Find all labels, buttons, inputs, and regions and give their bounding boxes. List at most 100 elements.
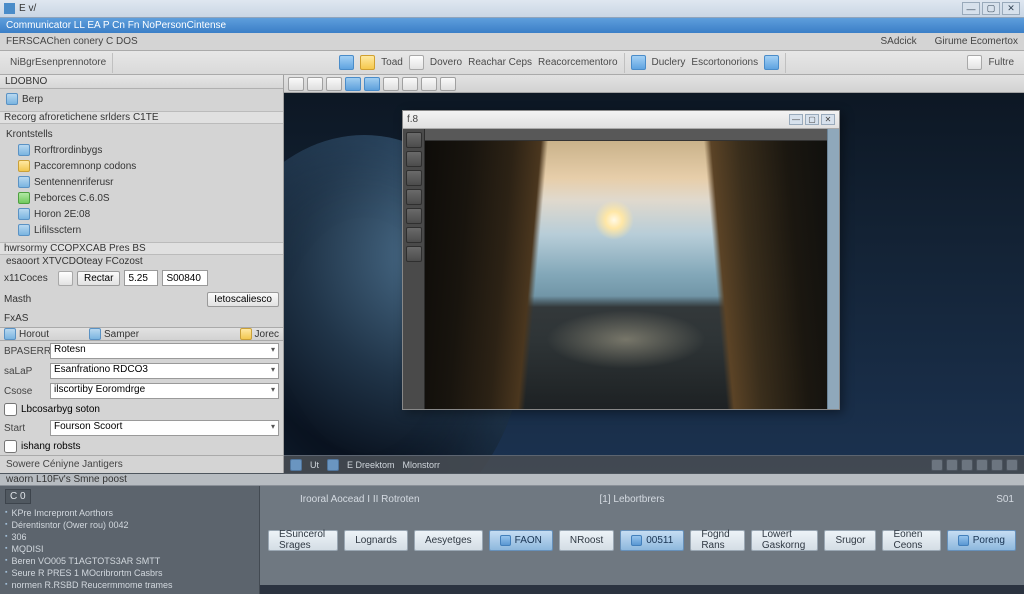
ieto-button[interactable]: Ietoscaliesco (207, 292, 279, 307)
output-line: normen R.RSBD Reucermmome trames (5, 579, 254, 591)
cv-copy-icon[interactable] (402, 77, 418, 91)
window-minimize-button[interactable]: — (962, 2, 980, 15)
window-maximize-button[interactable]: ▢ (982, 2, 1000, 15)
che-checkbox[interactable] (4, 440, 17, 453)
toolbar-generic-icon[interactable] (409, 55, 424, 70)
ilscor-select[interactable]: ilscortiby Eoromdrge (50, 383, 279, 399)
toolbar-btn-fultre[interactable]: Fultre (988, 57, 1014, 68)
sidebar-group-hwset[interactable]: hwrsormy CCOPXCAB Pres BS (0, 242, 283, 255)
cv-undo-icon[interactable] (345, 77, 361, 91)
tool-move-icon[interactable] (406, 132, 422, 148)
footer-tab[interactable]: Lowert Gaskorng (751, 530, 819, 551)
sandris-select[interactable]: Esanfrationo RDCO3 (50, 363, 279, 379)
tecorc-checkbox[interactable] (4, 403, 17, 416)
footer-tab-label: Lognards (355, 535, 397, 546)
status-play-icon[interactable] (290, 459, 302, 471)
rectar-button[interactable]: Rectar (77, 271, 120, 286)
footer-tab[interactable]: Lognards (344, 530, 408, 551)
footer-tab-label: Srugor (835, 535, 865, 546)
footer-tab[interactable]: NRoost (559, 530, 614, 551)
output-line: Beren VO005 T1AGTOTS3AR SMTT (5, 555, 254, 567)
image-viewer-titlebar[interactable]: f.8 — ▢ ✕ (403, 111, 839, 129)
toolbar-page-icon[interactable] (967, 55, 982, 70)
toolbar-btn-reachar[interactable]: Reachar Ceps (468, 57, 532, 68)
footer-tab-label: Lowert Gaskorng (762, 529, 808, 551)
toolbar-btn-reacorc[interactable]: Reacorcementoro (538, 57, 617, 68)
tool-eraser-icon[interactable] (406, 208, 422, 224)
tool-brush-icon[interactable] (406, 189, 422, 205)
tray-icon[interactable] (991, 459, 1003, 471)
footer-tab-label: NRoost (570, 535, 603, 546)
toolbar-btn-toad[interactable]: Toad (381, 57, 403, 68)
toolbar-monitor-icon[interactable] (764, 55, 779, 70)
status-layer-icon[interactable] (327, 459, 339, 471)
tray-icon[interactable] (946, 459, 958, 471)
footer-tab[interactable]: FAON (489, 530, 553, 551)
fourson-select[interactable]: Fourson Scoort (50, 420, 279, 436)
sidebar-tree-item[interactable]: Lifilssctern (34, 225, 81, 236)
cv-cut-icon[interactable] (383, 77, 399, 91)
tool-eyedropper-icon[interactable] (406, 246, 422, 262)
panel-tab-samper[interactable]: Samper (104, 329, 139, 340)
footer-tab-label: FAON (515, 535, 542, 546)
child-minimize-button[interactable]: — (789, 114, 803, 125)
menu-item-3[interactable]: Girume Ecomertox (935, 36, 1018, 47)
sidebar-tree-item[interactable]: Rorftrordinbygs (34, 145, 102, 156)
panel-tab-horout[interactable]: Horout (19, 329, 49, 340)
toolbar-folder-icon[interactable] (360, 55, 375, 70)
node-icon (18, 144, 30, 156)
sidebar-tree-item[interactable]: Horon 2E:08 (34, 209, 90, 220)
cv-open-icon[interactable] (307, 77, 323, 91)
cv-save-icon[interactable] (326, 77, 342, 91)
tray-icon[interactable] (931, 459, 943, 471)
footer-tab[interactable]: Srugor (824, 530, 876, 551)
info-line: Irooral Aocead I II Rotroten [1] Lebortb… (300, 491, 1014, 507)
cv-new-icon[interactable] (288, 77, 304, 91)
tab-icon (958, 535, 969, 546)
footer-tab[interactable]: Aesyetges (414, 530, 483, 551)
node-icon (18, 208, 30, 220)
cv-redo-icon[interactable] (364, 77, 380, 91)
sidebar-tree-item[interactable]: Paccoremnonp codons (34, 161, 136, 172)
sidebar-item-berp[interactable]: Berp (22, 94, 43, 105)
che-label: ishang robsts (21, 441, 80, 452)
footer-tab[interactable]: Eonen Ceons (882, 530, 940, 551)
tray-icon[interactable] (1006, 459, 1018, 471)
footer-tab[interactable]: ESuncerol Srages (268, 530, 338, 551)
sobtid-input[interactable] (162, 270, 208, 286)
toolbar-display-icon[interactable] (631, 55, 646, 70)
tool-select-icon[interactable] (406, 151, 422, 167)
footer-tab-label: ESuncerol Srages (279, 529, 327, 551)
tray-icon[interactable] (961, 459, 973, 471)
cv-zoom-icon[interactable] (440, 77, 456, 91)
footer-tab[interactable]: 00511 (620, 530, 684, 551)
image-viewer-window[interactable]: f.8 — ▢ ✕ (402, 110, 840, 410)
child-close-button[interactable]: ✕ (821, 114, 835, 125)
toolbar-tool-icon[interactable] (339, 55, 354, 70)
tool-crop-icon[interactable] (406, 170, 422, 186)
child-maximize-button[interactable]: ▢ (805, 114, 819, 125)
ruler-top (425, 129, 827, 141)
sidebar-tree-item[interactable]: Sentennenriferusr (34, 177, 114, 188)
sidebar-tree-item[interactable]: Peborces C.6.0S (34, 193, 110, 204)
footer-tab[interactable]: Fognd Rans (690, 530, 745, 551)
cv-paste-icon[interactable] (421, 77, 437, 91)
output-header: C 0 (5, 489, 31, 504)
rotesn-select[interactable]: Rotesn (50, 343, 279, 359)
menu-item-2[interactable]: SAdcick (881, 36, 917, 47)
panel-tab-jorec[interactable]: Jorec (255, 329, 279, 340)
tray-icon[interactable] (976, 459, 988, 471)
menu-item-1[interactable]: FERSCAChen conery C DOS (6, 36, 138, 47)
toolbar-btn-dovero[interactable]: Dovero (430, 57, 462, 68)
output-pane: C 0 KPre Imcrepront AorthorsDérentisntor… (0, 486, 260, 594)
image-viewport[interactable] (425, 129, 827, 409)
toolbar-btn-escortonos[interactable]: Escortonorions (691, 57, 758, 68)
footer-tab[interactable]: Poreng (947, 530, 1016, 551)
rectar-value-input[interactable] (124, 270, 158, 286)
toolbar-btn-dudery[interactable]: Duclery (652, 57, 686, 68)
window-close-button[interactable]: ✕ (1002, 2, 1020, 15)
label-csose: Csose (4, 386, 46, 397)
sidebar-group-research[interactable]: Recorg afroretichene srlders C1TE (0, 111, 283, 124)
tool-text-icon[interactable] (406, 227, 422, 243)
grid-icon[interactable] (58, 271, 73, 286)
